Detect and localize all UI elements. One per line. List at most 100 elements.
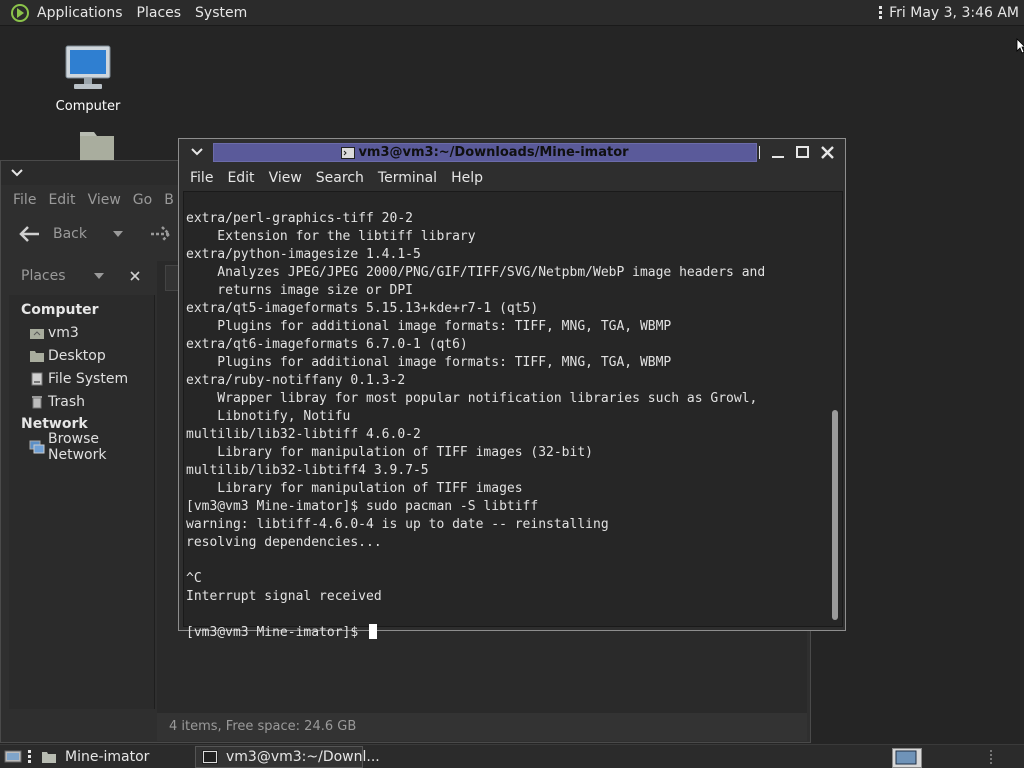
terminal-line: resolving dependencies... (186, 535, 382, 550)
show-desktop-icon (4, 750, 22, 762)
terminal-line: Wrapper libray for most popular notifica… (186, 391, 758, 406)
taskbar-handle-icon[interactable] (28, 750, 31, 763)
task-label: Mine-imator (65, 748, 150, 765)
sidebar-item-desktop[interactable]: Desktop (9, 344, 154, 367)
terminal-line: ^C (186, 571, 202, 586)
fm-menu-view[interactable]: View (82, 192, 127, 208)
drive-icon (29, 371, 45, 387)
forward-arrow-icon[interactable] (149, 225, 171, 243)
desktop-icon-computer[interactable]: Computer (48, 44, 128, 115)
terminal-line: extra/perl-graphics-tiff 20-2 (186, 211, 413, 226)
mouse-pointer-icon (1016, 38, 1024, 54)
sidebar-item-label: File System (48, 370, 129, 387)
terminal-titlebar[interactable]: vm3@vm3:~/Downloads/Mine-imator (179, 139, 845, 165)
computer-icon (65, 45, 111, 89)
terminal-text: extra/perl-graphics-tiff 20-2 Extension … (186, 192, 826, 678)
term-menu-search[interactable]: Search (309, 170, 371, 186)
sidebar-item-file-system[interactable]: File System (9, 367, 154, 390)
system-menu[interactable]: System (188, 0, 254, 26)
task-terminal[interactable]: vm3@vm3:~/Downl... (195, 745, 380, 768)
terminal-line: [vm3@vm3 Mine-imator]$ sudo pacman -S li… (186, 499, 539, 514)
terminal-line: Interrupt signal received (186, 589, 382, 604)
terminal-line: Extension for the libtiff library (186, 229, 476, 244)
term-menu-terminal[interactable]: Terminal (371, 170, 444, 186)
sidebar-item-trash[interactable]: Trash (9, 390, 154, 413)
fm-menu-go[interactable]: Go (127, 192, 158, 208)
titlebar-separator (759, 146, 760, 159)
terminal-app-icon (341, 146, 356, 159)
terminal-prompt: [vm3@vm3 Mine-imator]$ (186, 625, 367, 640)
clock[interactable]: Fri May 3, 3:46 AM (887, 5, 1024, 21)
sidebar-header: Places (9, 261, 157, 291)
terminal-line: multilib/lib32-libtiff4 3.9.7-5 (186, 463, 429, 478)
desktop-icon-home[interactable] (48, 128, 128, 164)
term-menu-file[interactable]: File (183, 170, 220, 186)
minimize-button[interactable] (769, 143, 787, 161)
terminal-window-title: vm3@vm3:~/Downloads/Mine-imator (358, 145, 629, 160)
workspace-icon (892, 748, 922, 768)
terminal-line: Libnotify, Notifu (186, 409, 351, 424)
terminal-line: Plugins for additional image formats: TI… (186, 319, 672, 334)
fm-menu-file[interactable]: File (7, 192, 42, 208)
terminal-line: extra/qt5-imageformats 5.15.13+kde+r7-1 … (186, 301, 539, 316)
terminal-scrollbar-thumb[interactable] (832, 410, 838, 620)
close-button[interactable] (818, 143, 836, 161)
maximize-button[interactable] (793, 143, 811, 161)
task-file-manager[interactable]: Mine-imator (35, 746, 195, 768)
back-button[interactable]: Back (19, 225, 87, 243)
sidebar-item-label: Trash (48, 393, 85, 410)
distro-logo-icon[interactable] (10, 3, 30, 23)
network-icon (29, 439, 45, 455)
terminal-output-area[interactable]: extra/perl-graphics-tiff 20-2 Extension … (183, 191, 843, 640)
sidebar-item-browse-network[interactable]: Browse Network (9, 431, 154, 463)
terminal-window[interactable]: vm3@vm3:~/Downloads/Mine-imator File Edi… (178, 138, 846, 640)
home-folder-icon (80, 132, 124, 164)
window-menu-chevron-icon[interactable] (11, 169, 23, 177)
term-menu-help[interactable]: Help (444, 170, 490, 186)
desktop-icon-label: Computer (55, 99, 121, 114)
task-label: vm3@vm3:~/Downl... (226, 748, 380, 765)
trash-icon (29, 394, 45, 410)
sidebar-close-icon[interactable] (129, 271, 140, 281)
terminal-line: multilib/lib32-libtiff 4.6.0-2 (186, 427, 421, 442)
terminal-line: extra/python-imagesize 1.4.1-5 (186, 247, 421, 262)
sidebar-item-label: vm3 (48, 324, 79, 341)
window-menu-chevron-icon[interactable] (191, 148, 203, 156)
sidebar-section-computer: Computer (21, 302, 99, 318)
terminal-menubar: File Edit View Search Terminal Help (183, 166, 841, 190)
terminal-prompt-line: [vm3@vm3 Mine-imator]$ (186, 624, 826, 642)
terminal-title-bar-label-box[interactable]: vm3@vm3:~/Downloads/Mine-imator (213, 143, 757, 162)
workspace-switcher[interactable] (892, 748, 922, 768)
fm-menu-bookmarks[interactable]: B (158, 192, 180, 208)
desktop-folder-icon (29, 348, 45, 364)
terminal-line: returns image size or DPI (186, 283, 413, 298)
sidebar-places-label[interactable]: Places (21, 268, 66, 284)
terminal-line: Plugins for additional image formats: TI… (186, 355, 672, 370)
sidebar-item-label: Desktop (48, 347, 106, 364)
back-history-dropdown-icon[interactable] (113, 231, 123, 237)
close-icon (820, 145, 834, 159)
panel-menu-icon[interactable] (875, 3, 885, 23)
terminal-line: Library for manipulation of TIFF images (186, 481, 523, 496)
sidebar-type-dropdown-icon[interactable] (93, 273, 104, 279)
sidebar-item-vm3[interactable]: vm3 (9, 321, 154, 344)
terminal-line: warning: libtiff-4.6.0-4 is up to date -… (186, 517, 609, 532)
terminal-line: Analyzes JPEG/JPEG 2000/PNG/GIF/TIFF/SVG… (186, 265, 766, 280)
fm-menu-edit[interactable]: Edit (42, 192, 81, 208)
show-desktop-button[interactable] (4, 749, 22, 765)
back-label: Back (53, 226, 87, 242)
term-menu-view[interactable]: View (262, 170, 309, 186)
back-arrow-icon (19, 226, 39, 242)
top-panel: Applications Places System Fri May 3, 3:… (0, 0, 1024, 26)
applications-menu[interactable]: Applications (30, 0, 130, 26)
sidebar-item-label: Browse Network (48, 430, 107, 463)
tray-handle-icon[interactable] (990, 750, 992, 764)
terminal-cursor (369, 624, 378, 639)
terminal-line: Library for manipulation of TIFF images … (186, 445, 593, 460)
places-menu[interactable]: Places (130, 0, 189, 26)
term-menu-edit[interactable]: Edit (220, 170, 261, 186)
fm-statusbar: 4 items, Free space: 24.6 GB (157, 713, 807, 741)
terminal-icon (202, 749, 218, 765)
